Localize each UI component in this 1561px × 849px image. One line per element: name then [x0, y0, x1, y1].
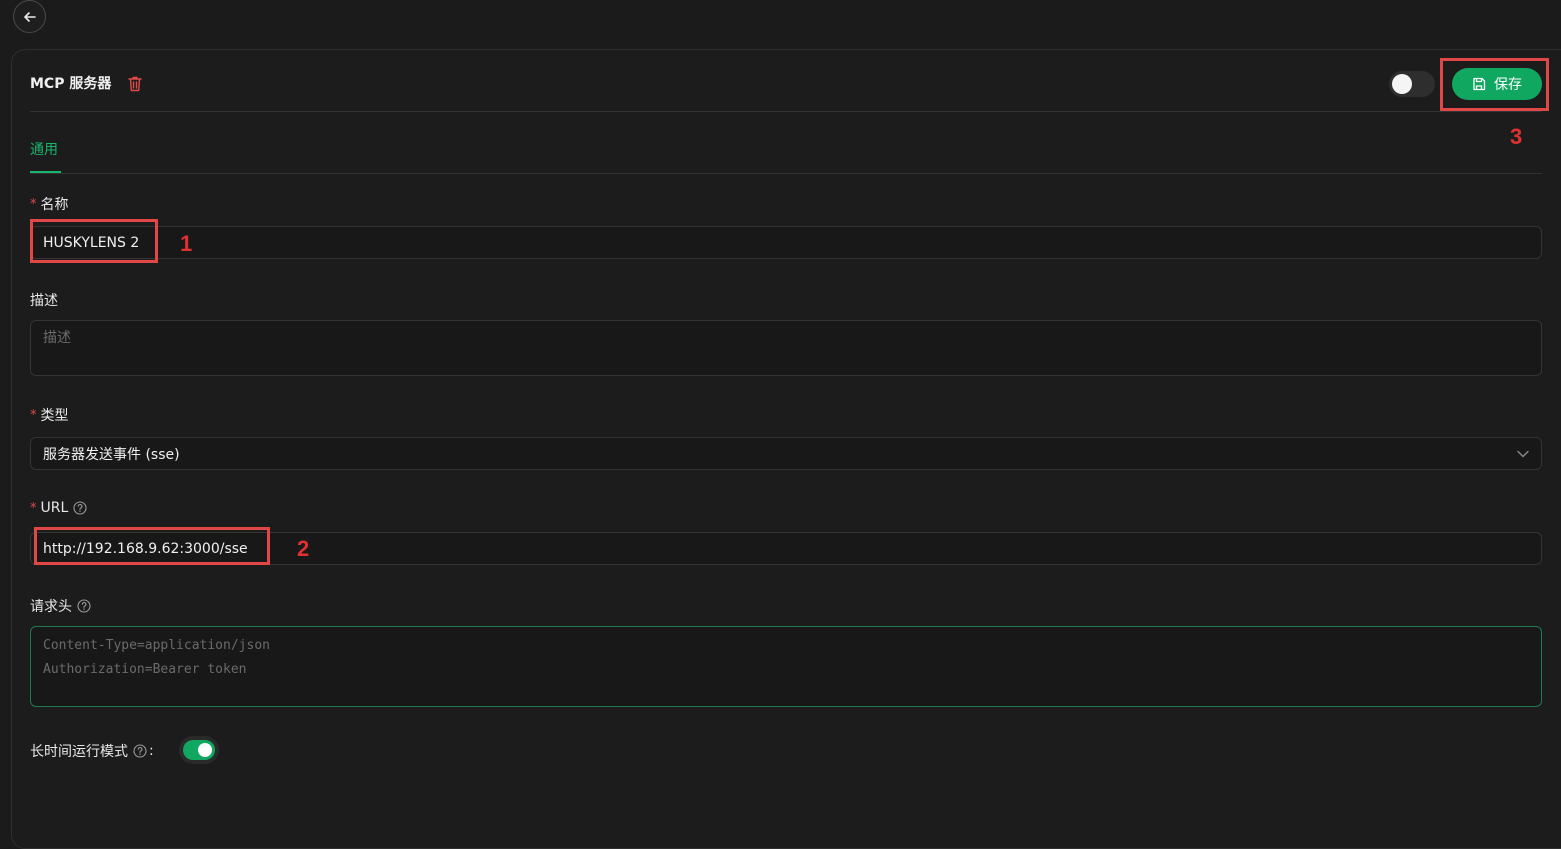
- long-running-label-text: 长时间运行模式: [30, 744, 128, 760]
- page-title: MCP 服务器: [30, 76, 112, 92]
- toggle-knob: [198, 743, 212, 757]
- headers-placeholder-line1: Content-Type=application/json: [43, 638, 270, 653]
- help-icon[interactable]: [133, 744, 147, 758]
- headers-placeholder-line2: Authorization=Bearer token: [43, 662, 247, 677]
- header-divider: [30, 111, 1542, 112]
- annotation-box-name: [30, 219, 158, 263]
- type-select-value: 服务器发送事件 (sse): [43, 446, 180, 463]
- url-label: * URL: [30, 500, 87, 516]
- long-running-colon: :: [149, 743, 154, 759]
- back-button[interactable]: [13, 0, 46, 33]
- annotation-number-3: 3: [1510, 124, 1523, 149]
- headers-textarea[interactable]: Content-Type=application/json Authorizat…: [30, 626, 1542, 707]
- type-label: * 类型: [30, 405, 69, 425]
- description-label-text: 描述: [30, 293, 58, 309]
- back-arrow-icon: [23, 11, 36, 22]
- description-label: 描述: [30, 290, 58, 310]
- long-running-label: 长时间运行模式 :: [30, 741, 154, 761]
- required-mark: *: [30, 500, 37, 516]
- name-label: * 名称: [30, 194, 69, 214]
- tab-general[interactable]: 通用: [30, 139, 58, 159]
- annotation-number-2: 2: [297, 536, 310, 561]
- help-icon[interactable]: [73, 501, 87, 515]
- required-mark: *: [30, 196, 37, 212]
- delete-button[interactable]: [127, 75, 143, 93]
- description-placeholder: 描述: [43, 330, 71, 346]
- url-label-text: URL: [40, 500, 69, 516]
- headers-label-text: 请求头: [30, 599, 72, 615]
- long-running-toggle[interactable]: [183, 740, 215, 760]
- description-textarea[interactable]: 描述: [30, 320, 1542, 376]
- name-input[interactable]: HUSKYLENS 2: [30, 226, 1542, 259]
- trash-icon: [128, 76, 142, 92]
- annotation-number-1: 1: [180, 231, 193, 256]
- required-mark: *: [30, 407, 37, 423]
- toggle-knob: [1392, 74, 1412, 94]
- annotation-box-save: [1440, 58, 1549, 111]
- help-icon[interactable]: [77, 599, 91, 613]
- name-label-text: 名称: [40, 197, 69, 213]
- headers-label: 请求头: [30, 596, 91, 616]
- type-label-text: 类型: [40, 408, 69, 424]
- annotation-box-url: [34, 527, 270, 565]
- tab-divider: [30, 173, 1542, 174]
- server-enabled-toggle[interactable]: [1389, 71, 1435, 97]
- type-select[interactable]: 服务器发送事件 (sse): [30, 437, 1542, 470]
- chevron-down-icon: [1517, 450, 1529, 457]
